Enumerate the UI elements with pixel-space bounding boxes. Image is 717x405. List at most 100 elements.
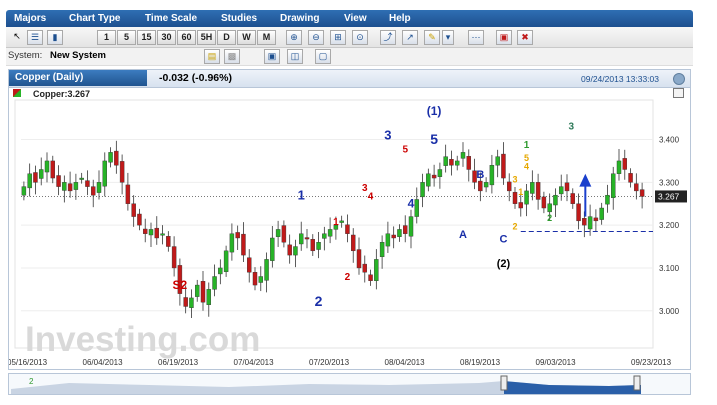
- delete-icon[interactable]: ▣: [496, 30, 512, 45]
- navigator-left-handle[interactable]: [500, 375, 508, 391]
- wave-label: 2: [315, 293, 323, 309]
- candle-body: [460, 152, 466, 159]
- candle-body: [605, 194, 610, 205]
- timeframe-5[interactable]: 5: [117, 30, 136, 45]
- range-navigator[interactable]: 2: [8, 373, 691, 395]
- timeframe-15[interactable]: 15: [137, 30, 156, 45]
- x-tick-label: 07/20/2013: [309, 358, 350, 367]
- timeframe-1[interactable]: 1: [97, 30, 116, 45]
- candle-body: [299, 233, 304, 245]
- candle-body: [345, 224, 350, 234]
- print-icon[interactable]: ▣: [264, 49, 280, 64]
- candle-body: [547, 203, 552, 213]
- timeframe-30[interactable]: 30: [157, 30, 176, 45]
- candle-body: [374, 259, 379, 281]
- candle-body: [397, 229, 402, 237]
- clear-all-icon[interactable]: ✖: [517, 30, 533, 45]
- candle-body: [90, 186, 96, 196]
- wave-label: 3: [384, 128, 391, 143]
- candlestick-icon[interactable]: ▮: [47, 30, 63, 45]
- menu-chart-type[interactable]: Chart Type: [69, 11, 121, 26]
- candle-body: [62, 182, 67, 191]
- y-tick-label: 3.100: [659, 264, 680, 273]
- export-icon[interactable]: ◫: [287, 49, 303, 64]
- x-tick-label: 06/04/2013: [83, 358, 124, 367]
- candle-body: [189, 297, 194, 308]
- instrument-tab[interactable]: Copper (Daily): [9, 70, 147, 86]
- candle-body: [362, 263, 367, 273]
- navigator-right-handle[interactable]: [633, 375, 641, 391]
- candle-body: [426, 173, 431, 187]
- candle-body: [622, 158, 627, 170]
- zoom-fit-icon[interactable]: ⊞: [330, 30, 346, 45]
- pointer-tool-icon[interactable]: ↗: [402, 30, 418, 45]
- menu-help[interactable]: Help: [389, 11, 411, 26]
- timeframe-d[interactable]: D: [217, 30, 236, 45]
- candle-body: [593, 217, 599, 222]
- candle-body: [524, 190, 529, 205]
- candle-body: [327, 229, 333, 237]
- system-bar: System: New System ▤ ▩ ▣ ◫ ▢: [6, 48, 693, 66]
- candle-body: [351, 234, 356, 252]
- timeframe-w[interactable]: W: [237, 30, 256, 45]
- candle-body: [56, 175, 61, 187]
- settings-icon[interactable]: [673, 73, 685, 85]
- menu-studies[interactable]: Studies: [221, 11, 257, 26]
- candle-body: [535, 182, 541, 200]
- wave-label: 5: [524, 153, 529, 163]
- wave-label: 1: [524, 140, 530, 151]
- candle-body: [466, 156, 471, 170]
- timeframe-m[interactable]: M: [257, 30, 276, 45]
- candle-body: [518, 202, 523, 209]
- candle-body: [385, 233, 391, 247]
- candle-body: [599, 207, 604, 220]
- zoom-in-icon[interactable]: ⊕: [286, 30, 302, 45]
- candle-body: [339, 220, 344, 223]
- wave-label: 4: [524, 161, 529, 171]
- candle-body: [85, 180, 90, 187]
- arrow-tool-icon[interactable]: ⤴: [380, 30, 396, 45]
- candle-body: [33, 172, 38, 183]
- timeframe-60[interactable]: 60: [177, 30, 196, 45]
- candle-body: [200, 281, 206, 303]
- fullscreen-icon[interactable]: ▢: [315, 49, 331, 64]
- system-label: System:: [8, 50, 43, 61]
- bar-chart-icon[interactable]: ☰: [27, 30, 43, 45]
- y-tick-label: 3.000: [659, 307, 680, 316]
- candle-body: [131, 203, 136, 217]
- folder-icon[interactable]: ▤: [204, 49, 220, 64]
- candle-body: [102, 160, 107, 187]
- system-value[interactable]: New System: [50, 50, 106, 61]
- save-icon[interactable]: ▩: [224, 49, 240, 64]
- candle-body: [639, 189, 645, 197]
- navigator-label: 2: [29, 377, 34, 386]
- dropdown-icon[interactable]: ▾: [442, 30, 454, 45]
- wave-label: 2: [345, 272, 351, 283]
- menu-majors[interactable]: Majors: [14, 11, 46, 26]
- y-tick-label: 3.300: [659, 178, 680, 187]
- line-style-icon[interactable]: ⋯: [468, 30, 484, 45]
- price-chart[interactable]: Investing.com S21212345345(1)ABC(2)12345…: [9, 87, 690, 369]
- y-tick-label: 3.200: [659, 221, 680, 230]
- candle-body: [322, 233, 327, 239]
- candle-body: [154, 227, 159, 239]
- candle-body: [310, 239, 315, 252]
- menu-time-scale[interactable]: Time Scale: [145, 11, 197, 26]
- candle-body: [293, 246, 298, 256]
- candle-body: [229, 233, 235, 253]
- zoom-reset-icon[interactable]: ⊙: [352, 30, 368, 45]
- candle-body: [119, 161, 125, 183]
- cursor-icon[interactable]: ↖: [10, 30, 24, 43]
- candle-body: [356, 249, 362, 269]
- zoom-out-icon[interactable]: ⊖: [308, 30, 324, 45]
- candle-body: [512, 191, 518, 204]
- candle-body: [235, 232, 240, 239]
- timeframe-5h[interactable]: 5H: [197, 30, 216, 45]
- candle-body: [414, 199, 419, 217]
- candle-body: [67, 183, 73, 192]
- candle-body: [483, 182, 489, 188]
- pencil-icon[interactable]: ✎: [424, 30, 440, 45]
- menu-drawing[interactable]: Drawing: [280, 11, 319, 26]
- x-tick-label: 05/16/2013: [9, 358, 48, 367]
- menu-view[interactable]: View: [344, 11, 367, 26]
